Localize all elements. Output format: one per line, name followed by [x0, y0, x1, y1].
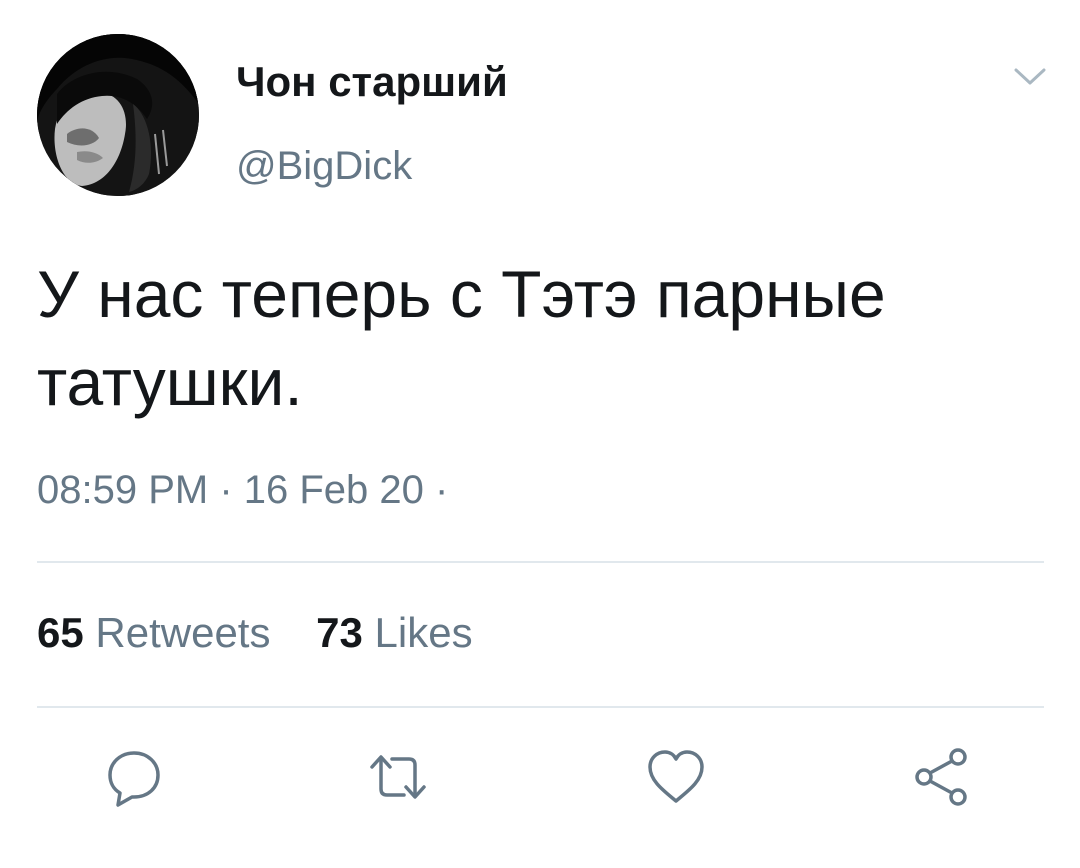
likes-stat[interactable]: 73 Likes [316, 609, 472, 657]
avatar-image [37, 34, 199, 196]
reply-button[interactable] [102, 745, 166, 809]
divider [37, 706, 1044, 708]
author-display-name[interactable]: Чон старший [236, 58, 508, 106]
share-button[interactable] [910, 745, 974, 809]
retweets-count: 65 [37, 609, 84, 656]
likes-label: Likes [374, 609, 473, 656]
avatar[interactable] [37, 34, 199, 196]
retweet-icon [370, 755, 426, 799]
like-button[interactable] [644, 745, 708, 809]
tweet-stats: 65 Retweets 73 Likes [37, 609, 507, 657]
author-handle[interactable]: @BigDick [236, 144, 412, 189]
share-icon [915, 748, 967, 806]
divider [37, 561, 1044, 563]
chevron-down-icon[interactable] [1012, 66, 1048, 88]
tweet-actions [0, 745, 1080, 815]
retweet-button[interactable] [366, 745, 430, 809]
tweet-text: У нас теперь с Тэтэ парные татушки. [37, 257, 886, 419]
like-icon [648, 750, 704, 803]
retweets-label: Retweets [95, 609, 271, 656]
likes-count: 73 [316, 609, 363, 656]
tweet-timestamp[interactable]: 08:59 PM · 16 Feb 20 · [37, 468, 448, 513]
retweets-stat[interactable]: 65 Retweets [37, 609, 270, 657]
reply-icon [108, 751, 160, 807]
